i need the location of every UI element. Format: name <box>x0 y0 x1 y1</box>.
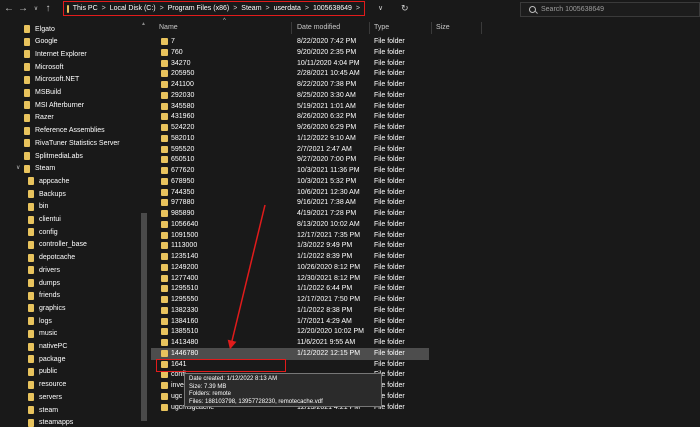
annotation-arrow <box>227 204 266 350</box>
tooltip-folders: Folders: remote <box>189 391 232 397</box>
tooltip-files: Files: 188103798, 13957728230, remotecac… <box>189 398 323 405</box>
folder-info-tooltip: Date created: 1/12/2022 8:13 AM Size: 7.… <box>184 373 382 407</box>
file-explorer-window: ← → ∨ ↑ This PC > Local Disk (C:) > Program … <box>0 0 700 427</box>
tooltip-date-created: Date created: 1/12/2022 8:13 AM <box>189 376 278 382</box>
tooltip-size: Size: 7.39 MB <box>189 383 227 390</box>
